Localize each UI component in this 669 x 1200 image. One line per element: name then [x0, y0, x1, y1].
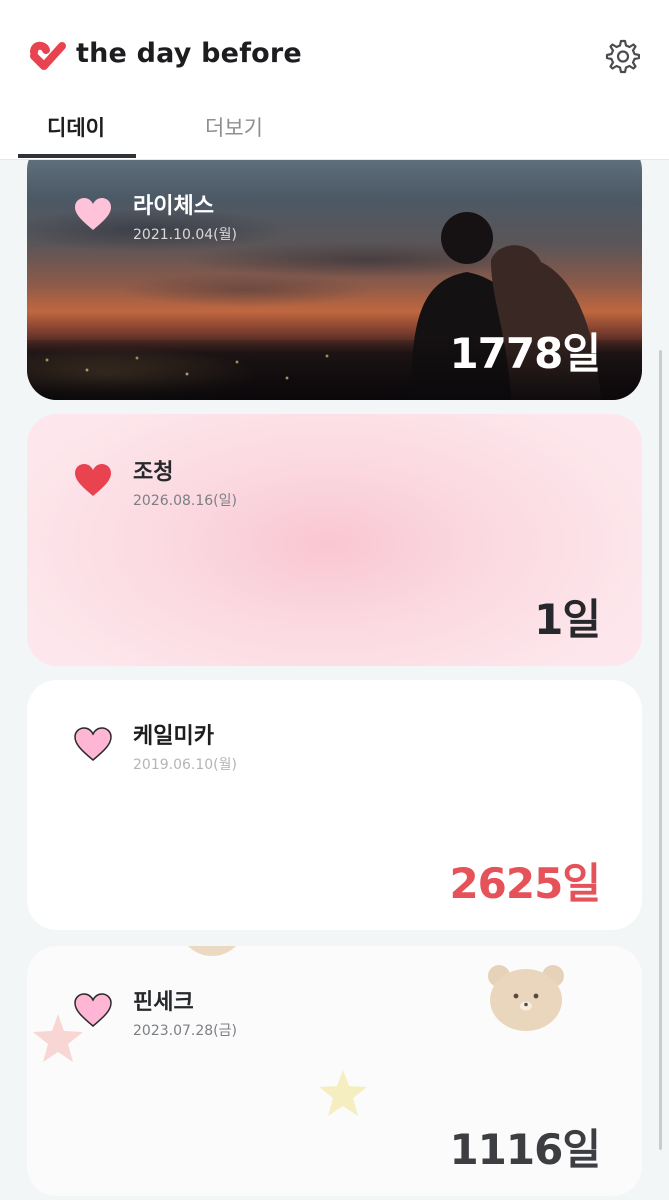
- app-title: the day before: [76, 38, 302, 69]
- heart-icon: [75, 464, 111, 496]
- scrollbar[interactable]: [659, 350, 662, 1150]
- dday-card-4[interactable]: 핀세크 2023.07.28(금) 1116일: [27, 946, 642, 1196]
- dday-date: 2019.06.10(월): [133, 757, 237, 773]
- star-sticker-icon: [319, 1070, 367, 1116]
- dday-count: 2625일: [449, 859, 601, 908]
- gear-icon[interactable]: [604, 38, 640, 74]
- dday-name: 핀세크: [133, 990, 194, 1015]
- tab-dday[interactable]: 디데이: [47, 112, 105, 142]
- heart-icon: [75, 198, 111, 230]
- dday-card-1[interactable]: 라이체스 2021.10.04(월) 1778일: [27, 140, 642, 400]
- dday-count: 1116일: [449, 1125, 601, 1174]
- heart-icon: [74, 993, 112, 1027]
- dday-card-3[interactable]: 케일미카 2019.06.10(월) 2625일: [27, 680, 642, 930]
- dday-count: 1일: [534, 595, 601, 644]
- dday-card-2[interactable]: 조청 2026.08.16(일) 1일: [27, 414, 642, 666]
- bear-sticker-icon: [488, 965, 564, 1031]
- app-header: the day before 디데이 더보기: [0, 0, 669, 160]
- dday-date: 2021.10.04(월): [133, 227, 237, 243]
- dday-date: 2026.08.16(일): [133, 493, 237, 509]
- dday-name: 조청: [133, 460, 174, 485]
- active-tab-indicator: [18, 154, 136, 158]
- dday-name: 케일미카: [133, 724, 214, 749]
- check-heart-icon: [30, 41, 66, 70]
- heart-icon: [74, 727, 112, 761]
- dday-count: 1778일: [449, 329, 601, 378]
- dday-name: 라이체스: [133, 194, 214, 219]
- bear-sticker-icon: [188, 946, 236, 956]
- dday-date: 2023.07.28(금): [133, 1023, 237, 1039]
- tab-more[interactable]: 더보기: [205, 112, 263, 142]
